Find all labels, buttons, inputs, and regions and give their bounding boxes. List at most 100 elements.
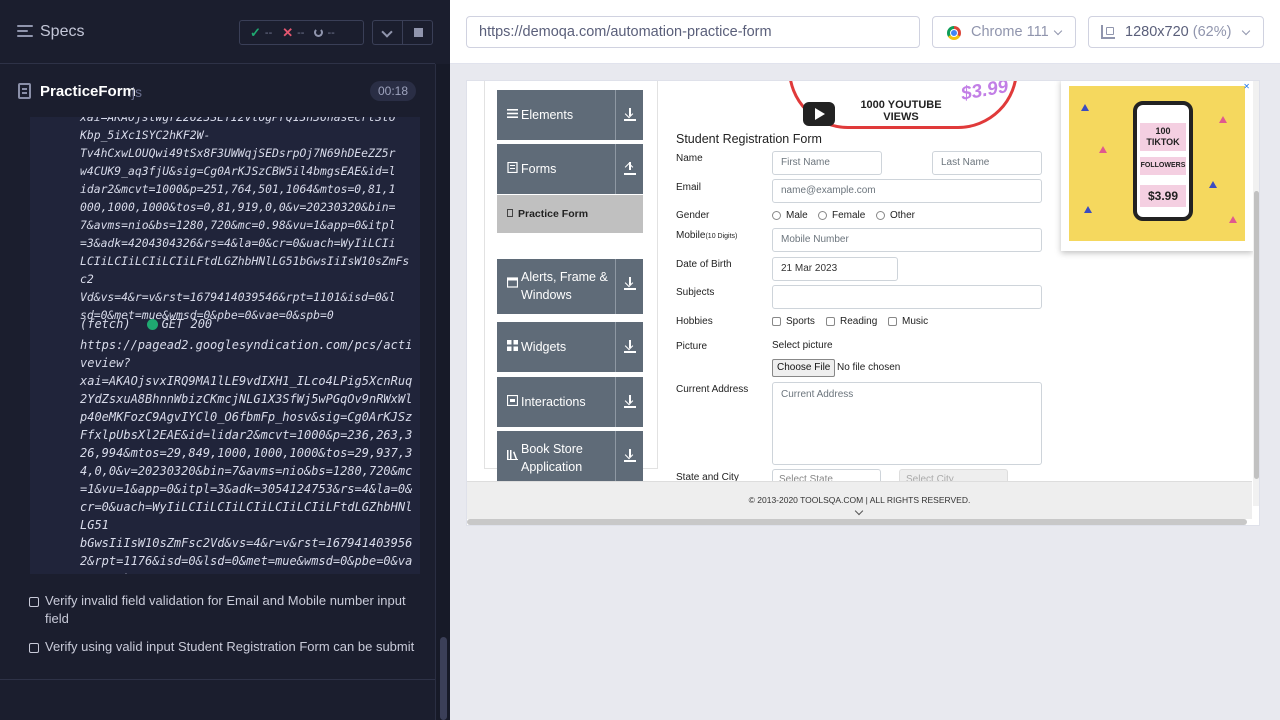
failed-count: -- <box>297 26 305 39</box>
mobile-input[interactable]: Mobile Number <box>772 228 1042 252</box>
divider <box>615 259 616 314</box>
specs-title[interactable]: Specs <box>40 23 84 41</box>
page-footer: © 2013-2020 TOOLSQA.COM | ALL RIGHTS RES… <box>467 481 1252 519</box>
form-icon <box>507 209 513 217</box>
dob-input[interactable]: 21 Mar 2023 <box>772 257 898 281</box>
confetti-icon <box>1084 206 1092 213</box>
radio-label: Female <box>832 210 866 221</box>
reporter-scrollbar[interactable] <box>435 64 450 720</box>
test-item[interactable]: Verify using valid input Student Registr… <box>28 638 418 656</box>
divider <box>615 377 616 427</box>
gender-label: Gender <box>676 210 710 221</box>
upload-icon <box>624 161 636 175</box>
zoom-level: (62%) <box>1192 24 1232 40</box>
radio-icon <box>876 211 885 220</box>
chevron-down-icon <box>1053 26 1063 36</box>
test-item[interactable]: Verify invalid field validation for Emai… <box>28 592 418 628</box>
ad-close-icon[interactable]: ✕ <box>1243 82 1250 91</box>
url-bar[interactable]: https://demoqa.com/automation-practice-f… <box>466 16 920 48</box>
interactions-icon <box>507 395 518 406</box>
stats-panel: ✓ -- ✕ -- -- <box>239 20 364 45</box>
passed-count: -- <box>264 26 273 39</box>
cross-icon: ✕ <box>282 24 294 40</box>
run-duration: 00:18 <box>370 81 416 101</box>
scrollbar-thumb[interactable] <box>1254 191 1259 479</box>
browser-label: Chrome 111 <box>971 24 1049 40</box>
fetch-log-row[interactable]: (fetch) GET 200 <box>80 317 212 331</box>
banner-ad[interactable]: 1000 YOUTUBE VIEWS $3.99 <box>676 81 1056 131</box>
horizontal-scrollbar[interactable] <box>467 519 1247 525</box>
fetch-label: (fetch) <box>80 317 131 331</box>
test-status-icon <box>29 597 39 607</box>
scrollbar-thumb[interactable] <box>440 637 447 720</box>
side-ad[interactable]: 100 TIKTOK FOLLOWERS $3.99 ✕ <box>1061 81 1253 251</box>
form-icon <box>507 162 518 173</box>
fetch-status: GET 200 <box>161 317 213 331</box>
vertical-scrollbar[interactable] <box>1253 81 1259 506</box>
sidebar-group-book-store[interactable]: Book Store Application <box>497 431 643 486</box>
hobby-checkbox-reading[interactable]: Reading <box>826 316 877 327</box>
ad-image: 100 TIKTOK FOLLOWERS $3.99 <box>1069 86 1245 241</box>
hobby-checkbox-music[interactable]: Music <box>888 316 928 327</box>
subjects-label: Subjects <box>676 287 715 298</box>
sidebar-group-label: Interactions <box>521 395 586 409</box>
command-log: xai=AKAOjstwgrZ2623SEfI2vtogPrQ13n36nase… <box>30 117 420 574</box>
specs-menu-icon[interactable] <box>17 25 33 39</box>
sidebar-group-forms[interactable]: Forms <box>497 144 643 194</box>
confetti-icon <box>1099 146 1107 153</box>
document-icon <box>18 83 31 99</box>
pending-stat: -- <box>314 27 335 39</box>
subjects-input[interactable] <box>772 285 1042 309</box>
bars-icon <box>507 109 518 118</box>
test-status-icon <box>29 643 39 653</box>
confetti-icon <box>1081 104 1089 111</box>
mobile-hint: (10 Digits) <box>705 233 738 240</box>
sidebar-group-interactions[interactable]: Interactions <box>497 377 643 427</box>
browser-selector[interactable]: Chrome 111 <box>932 16 1076 48</box>
log-entry-text: xai=AKAOjstwgrZ2623SEfI2vtogPrQ13n36nase… <box>80 117 410 322</box>
gender-radio-other[interactable]: Other <box>876 210 915 221</box>
spec-file-ext: .js <box>128 84 142 100</box>
aut-frame: Elements Forms Practice Form Alerts, Fra… <box>466 80 1260 526</box>
email-input[interactable]: name@example.com <box>772 179 1042 203</box>
radio-label: Other <box>890 210 916 221</box>
sidebar-group-widgets[interactable]: Widgets <box>497 322 643 372</box>
sidebar-group-label: Elements <box>521 108 574 122</box>
youtube-icon <box>803 102 835 126</box>
divider <box>615 322 616 372</box>
address-textarea[interactable]: Current Address <box>772 382 1042 465</box>
check-icon: ✓ <box>250 24 261 40</box>
mobile-label-text: Mobile <box>676 230 706 241</box>
divider <box>615 144 616 194</box>
footer-text: © 2013-2020 TOOLSQA.COM | ALL RIGHTS RES… <box>748 495 971 505</box>
confetti-icon <box>1229 216 1237 223</box>
sidebar-group-alerts[interactable]: Alerts, Frame & Windows <box>497 259 643 314</box>
chevron-down-icon[interactable] <box>372 20 402 45</box>
address-label: Current Address <box>676 384 749 395</box>
radio-label: Male <box>786 210 808 221</box>
failed-stat: ✕ -- <box>282 25 304 41</box>
gender-radio-female[interactable]: Female <box>818 210 865 221</box>
viewport-selector[interactable]: 1280x720 (62%) <box>1088 16 1264 48</box>
ad-subline: FOLLOWERS <box>1140 157 1186 175</box>
hobby-checkbox-sports[interactable]: Sports <box>772 316 815 327</box>
sidebar-group-elements[interactable]: Elements <box>497 90 643 140</box>
stop-button[interactable] <box>402 20 433 45</box>
chevron-down-icon <box>1241 26 1251 36</box>
choose-file-button[interactable]: Choose File <box>772 359 836 377</box>
ad-headline: 100 TIKTOK <box>1140 123 1186 151</box>
first-name-input[interactable]: First Name <box>772 151 882 175</box>
select-picture-label: Select picture <box>772 340 833 351</box>
window-icon <box>507 277 518 288</box>
last-name-input[interactable]: Last Name <box>932 151 1042 175</box>
spec-file-name[interactable]: PracticeForm <box>40 83 136 100</box>
checkbox-icon <box>888 317 897 326</box>
mobile-label: Mobile(10 Digits) <box>676 230 737 241</box>
sidebar-item-practice-form[interactable]: Practice Form <box>497 195 643 233</box>
checkbox-icon <box>772 317 781 326</box>
file-status: No file chosen <box>837 362 901 373</box>
chevron-down-icon[interactable] <box>854 506 864 516</box>
gender-radio-male[interactable]: Male <box>772 210 808 221</box>
dob-label: Date of Birth <box>676 259 732 270</box>
reporter-panel: Specs ✓ -- ✕ -- -- PracticeForm .js 00:18 … <box>0 0 450 720</box>
